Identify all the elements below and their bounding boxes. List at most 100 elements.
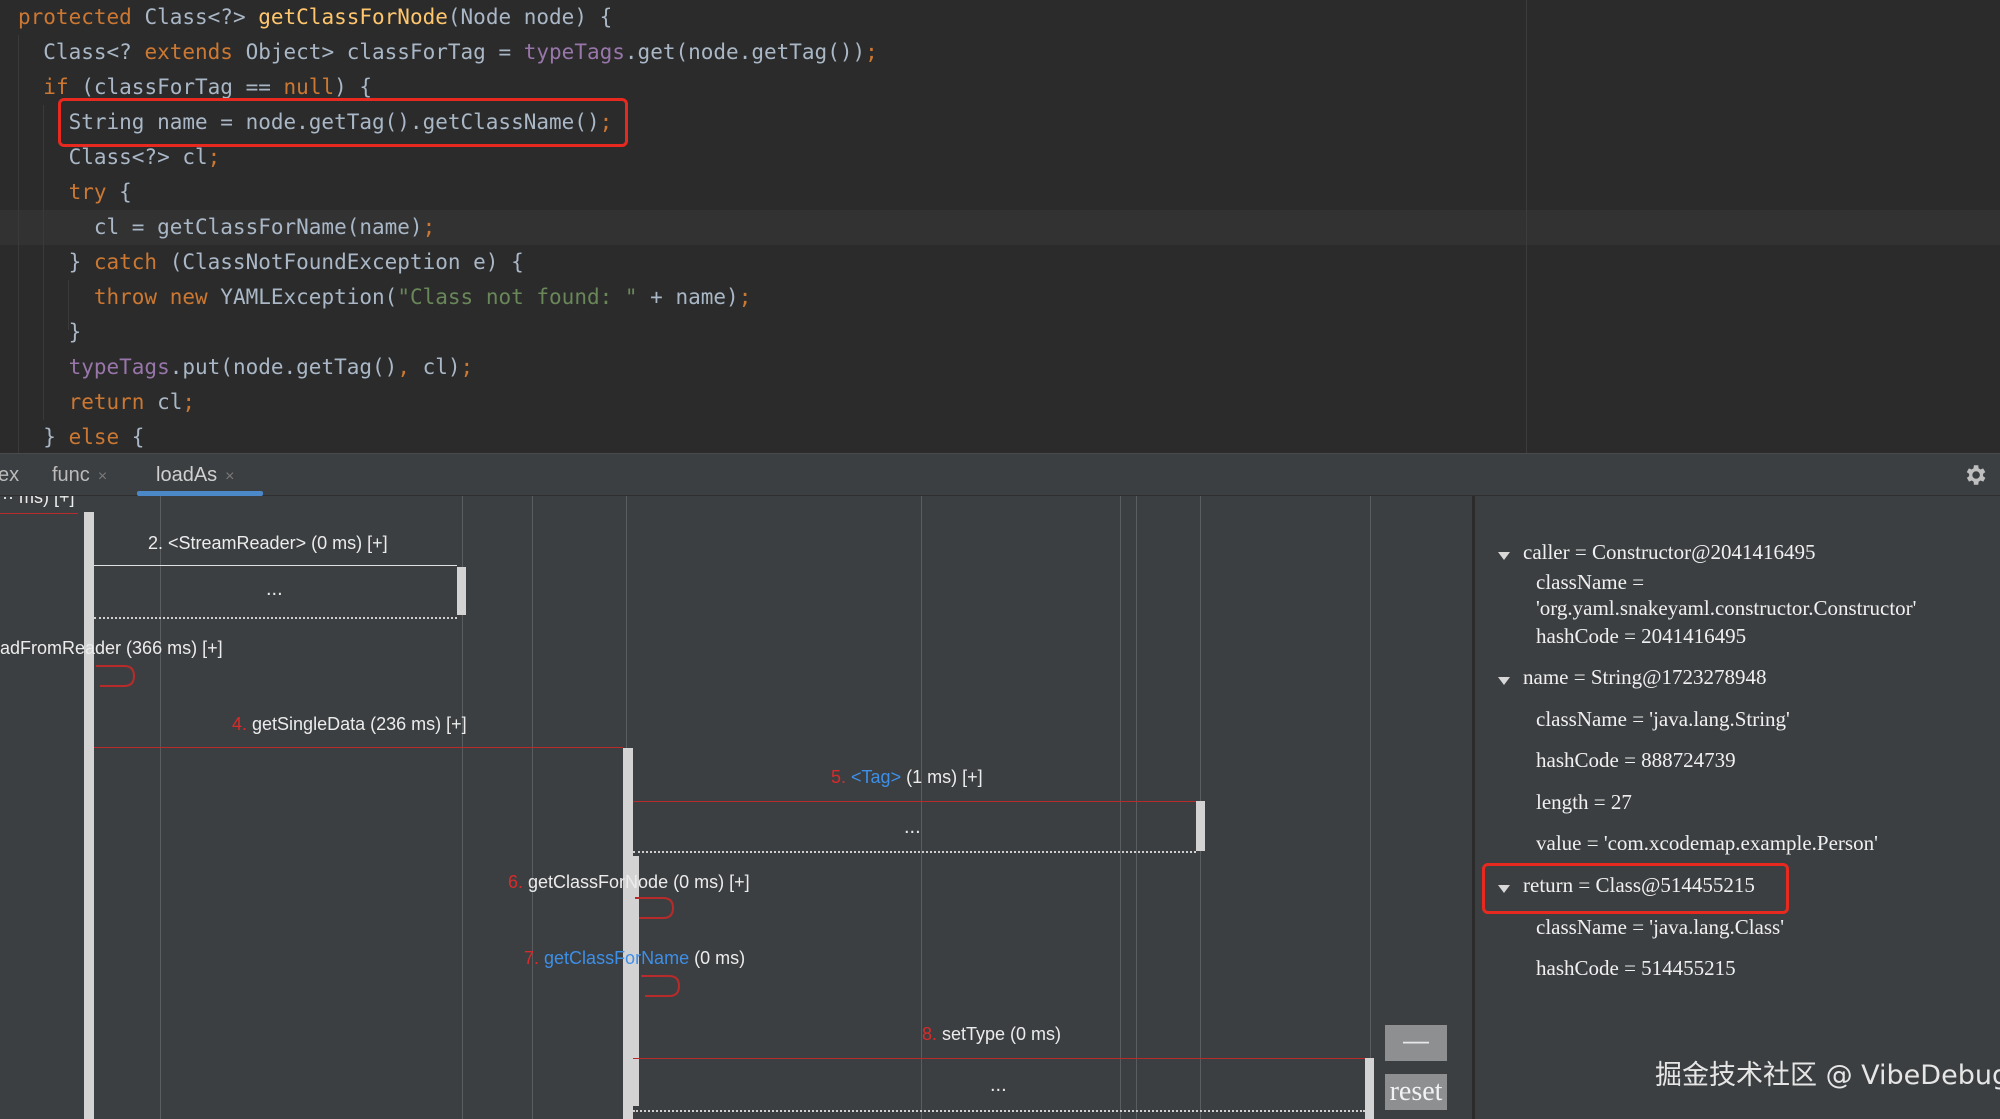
message-arrow — [633, 1058, 1365, 1059]
code-line[interactable]: } catch (ClassNotFoundException e) { — [18, 245, 524, 280]
tab-func-label: func — [52, 464, 90, 486]
message-label-4[interactable]: 4. getSingleData (236 ms) [+] — [232, 713, 467, 735]
code-line[interactable]: typeTags.put(node.getTag(), cl); — [18, 350, 474, 385]
code-token: "Class not found: " — [397, 285, 638, 309]
code-line[interactable]: } — [18, 315, 82, 350]
code-token: ) { — [334, 75, 373, 99]
code-token: ; — [865, 40, 878, 64]
code-token: if — [43, 75, 82, 99]
zoom-out-button[interactable]: — — [1385, 1025, 1447, 1061]
code-token: .put(node.getTag() — [169, 355, 398, 379]
code-token: ; — [738, 285, 752, 309]
highlight-box-return — [1482, 863, 1789, 914]
message-label-3[interactable]: adFromReader (366 ms) [+] — [0, 637, 223, 659]
code-token: throw new — [93, 285, 221, 309]
lifeline — [1120, 496, 1121, 1119]
lifeline — [160, 496, 161, 1119]
right-margin-guide — [1526, 0, 1527, 453]
var-return-classname: className = 'java.lang.Class' — [1536, 915, 1785, 939]
ellipsis: ... — [904, 816, 921, 838]
activation-bar — [1365, 1058, 1374, 1119]
code-token: catch — [93, 250, 170, 274]
code-token: { — [131, 425, 145, 449]
self-call-arrow — [635, 897, 675, 919]
reset-button[interactable]: reset — [1385, 1074, 1447, 1110]
activation-bar — [457, 567, 466, 615]
return-arrow — [94, 617, 457, 619]
tab-partial[interactable]: ex — [0, 454, 19, 497]
code-token: ; — [460, 355, 474, 379]
tool-window-tabbar: ex func × loadAs × — [0, 453, 2000, 496]
code-token: ; — [422, 215, 436, 239]
var-name-length: length = 27 — [1536, 790, 1632, 814]
highlight-box-code — [58, 98, 628, 147]
code-token: ; — [182, 390, 196, 414]
var-name-classname: className = 'java.lang.String' — [1536, 707, 1790, 731]
code-token: Class<? — [18, 40, 145, 64]
code-line[interactable]: throw new YAMLException("Class not found… — [18, 280, 751, 315]
watermark: 掘金技术社区 @ VibeDebug — [1655, 1060, 2000, 1091]
message-label-8[interactable]: 8. setType (0 ms) — [922, 1023, 1061, 1045]
lifeline — [532, 496, 533, 1119]
code-token: cl — [157, 390, 183, 414]
code-token: getClassForNode — [258, 5, 448, 29]
code-line[interactable]: protected Class<?> getClassForNode(Node … — [18, 0, 612, 35]
message-arrow — [94, 565, 457, 566]
var-return-hashcode: hashCode = 514455215 — [1536, 956, 1736, 980]
activation-bar — [1196, 801, 1205, 851]
code-token: cl) — [422, 355, 461, 379]
lifeline — [1136, 496, 1137, 1119]
code-token: Object> classForTag = — [245, 40, 524, 64]
self-call-arrow — [641, 975, 681, 997]
code-token: .get(node.getTag()) — [624, 40, 866, 64]
code-token: } — [18, 320, 82, 344]
code-line[interactable]: cl = getClassForName(name); — [18, 210, 435, 245]
code-line[interactable]: } else { — [18, 420, 144, 453]
message-arrow — [633, 801, 1196, 802]
message-label-2[interactable]: 2. <StreamReader> (0 ms) [+] — [148, 532, 388, 554]
message-label-7[interactable]: 7. getClassForName (0 ms) — [524, 947, 745, 969]
code-token: Class<?> cl — [18, 145, 208, 169]
var-name-hashcode: hashCode = 888724739 — [1536, 748, 1736, 772]
var-name[interactable]: name = String@1723278948 — [1523, 664, 1767, 690]
gear-icon[interactable] — [1962, 462, 1988, 488]
var-caller[interactable]: caller = Constructor@2041416495 — [1523, 539, 1815, 565]
activation-bar — [84, 512, 94, 1119]
lifeline — [1370, 496, 1371, 1119]
sequence-diagram[interactable]: ··· ms) [+] 2. <StreamReader> (0 ms) [+]… — [0, 496, 1472, 1119]
close-icon[interactable]: × — [225, 468, 234, 485]
message-label-5[interactable]: 5. <Tag> (1 ms) [+] — [831, 766, 983, 788]
expand-caret-icon[interactable] — [1498, 552, 1510, 560]
return-arrow — [633, 1110, 1365, 1112]
variables-panel[interactable]: caller = Constructor@2041416495 classNam… — [1472, 496, 2000, 1119]
code-editor[interactable]: protected Class<?> getClassForNode(Node … — [0, 0, 2000, 453]
message-arrow — [0, 513, 78, 514]
code-token: else — [68, 425, 132, 449]
code-token: return — [68, 390, 158, 414]
message-label-6[interactable]: 6. getClassForNode (0 ms) [+] — [508, 871, 750, 893]
code-token: null — [283, 75, 335, 99]
code-line[interactable]: return cl; — [18, 385, 195, 420]
var-caller-classname: className = 'org.yaml.snakeyaml.construc… — [1536, 570, 1917, 620]
code-token: YAMLException( — [220, 285, 398, 309]
message-label[interactable]: ··· ms) [+] — [0, 496, 75, 508]
code-token: (classForTag == — [81, 75, 284, 99]
close-icon[interactable]: × — [98, 468, 107, 485]
message-arrow — [94, 747, 623, 748]
code-token: (ClassNotFoundException e) { — [169, 250, 524, 274]
code-line[interactable]: try { — [18, 175, 132, 210]
return-arrow — [633, 851, 1196, 853]
tab-func[interactable]: func × — [52, 454, 107, 497]
code-token: } — [18, 425, 69, 449]
code-token: , — [397, 355, 423, 379]
code-token: } — [18, 250, 94, 274]
expand-caret-icon[interactable] — [1498, 677, 1510, 685]
self-call-arrow — [96, 665, 136, 687]
code-token: try — [68, 180, 120, 204]
var-name-value: value = 'com.xcodemap.example.Person' — [1536, 831, 1878, 855]
code-line[interactable]: Class<? extends Object> classForTag = ty… — [18, 35, 878, 70]
